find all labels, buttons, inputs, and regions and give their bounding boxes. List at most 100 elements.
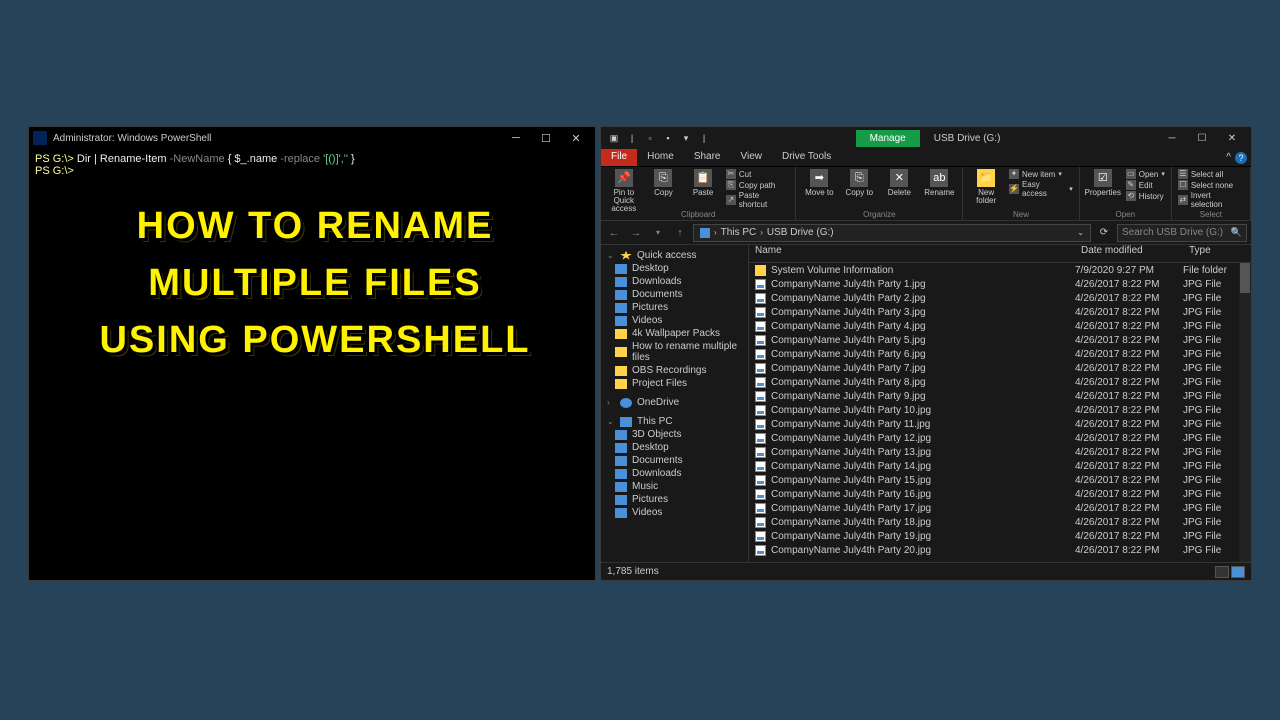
crumb-thispc[interactable]: This PC xyxy=(721,227,757,238)
search-input[interactable]: Search USB Drive (G:) 🔍 xyxy=(1117,224,1247,242)
file-row[interactable]: CompanyName July4th Party 5.jpg4/26/2017… xyxy=(749,333,1251,347)
sidebar-item-wallpaper[interactable]: 4k Wallpaper Packs xyxy=(601,327,748,340)
sidebar-item-music[interactable]: Music xyxy=(601,480,748,493)
sidebar-thispc[interactable]: ⌄This PC xyxy=(601,415,748,428)
move-to-button[interactable]: ➡Move to xyxy=(802,169,836,197)
copy-button[interactable]: ⎘Copy xyxy=(647,169,681,197)
file-row[interactable]: CompanyName July4th Party 17.jpg4/26/201… xyxy=(749,501,1251,515)
close-button[interactable]: ✕ xyxy=(561,132,591,145)
sidebar-item-downloads[interactable]: Downloads xyxy=(601,275,748,288)
file-row[interactable]: CompanyName July4th Party 12.jpg4/26/201… xyxy=(749,431,1251,445)
sidebar-item-pictures2[interactable]: Pictures xyxy=(601,493,748,506)
sidebar-item-videos[interactable]: Videos xyxy=(601,314,748,327)
crumb-drive[interactable]: USB Drive (G:) xyxy=(767,227,834,238)
rename-button[interactable]: abRename xyxy=(922,169,956,197)
paste-button[interactable]: 📋Paste xyxy=(686,169,720,197)
sidebar-item-howto[interactable]: How to rename multiple files xyxy=(601,340,748,364)
minimize-button[interactable]: ─ xyxy=(501,132,531,144)
files-list[interactable]: System Volume Information7/9/2020 9:27 P… xyxy=(749,263,1251,562)
file-row[interactable]: CompanyName July4th Party 13.jpg4/26/201… xyxy=(749,445,1251,459)
file-row[interactable]: CompanyName July4th Party 14.jpg4/26/201… xyxy=(749,459,1251,473)
forward-button[interactable]: → xyxy=(627,227,645,239)
file-row[interactable]: CompanyName July4th Party 2.jpg4/26/2017… xyxy=(749,291,1251,305)
sidebar-item-videos2[interactable]: Videos xyxy=(601,506,748,519)
file-row-folder[interactable]: System Volume Information7/9/2020 9:27 P… xyxy=(749,263,1251,277)
sidebar-item-pictures[interactable]: Pictures xyxy=(601,301,748,314)
up-button[interactable]: ↑ xyxy=(671,227,689,239)
maximize-button[interactable]: ☐ xyxy=(531,132,561,145)
history-button[interactable]: ⟲History xyxy=(1126,191,1165,201)
sidebar-item-desktop[interactable]: Desktop xyxy=(601,262,748,275)
menu-drive-tools[interactable]: Drive Tools xyxy=(772,149,841,166)
file-row[interactable]: CompanyName July4th Party 18.jpg4/26/201… xyxy=(749,515,1251,529)
view-details-icon[interactable] xyxy=(1215,566,1229,578)
select-none-button[interactable]: ☐Select none xyxy=(1178,180,1244,190)
files-header[interactable]: Name Date modified Type xyxy=(749,245,1251,263)
paste-shortcut-button[interactable]: ↗Paste shortcut xyxy=(726,191,789,209)
copy-to-button[interactable]: ⎘Copy to xyxy=(842,169,876,197)
pin-quick-access-button[interactable]: 📌Pin to Quick access xyxy=(607,169,641,213)
crumb-dropdown[interactable]: ⌄ xyxy=(1077,228,1084,237)
powershell-body[interactable]: PS G:\> Dir | Rename-Item -NewName { $_.… xyxy=(29,149,595,181)
file-row[interactable]: CompanyName July4th Party 4.jpg4/26/2017… xyxy=(749,319,1251,333)
powershell-titlebar[interactable]: Administrator: Windows PowerShell ─ ☐ ✕ xyxy=(29,127,595,149)
delete-button[interactable]: ✕Delete xyxy=(882,169,916,197)
menu-home[interactable]: Home xyxy=(637,149,684,166)
copy-path-button[interactable]: ⎘Copy path xyxy=(726,180,789,190)
sidebar-item-documents[interactable]: Documents xyxy=(601,288,748,301)
select-all-button[interactable]: ☰Select all xyxy=(1178,169,1244,179)
sidebar-item-desktop2[interactable]: Desktop xyxy=(601,441,748,454)
file-row[interactable]: CompanyName July4th Party 20.jpg4/26/201… xyxy=(749,543,1251,557)
minimize-button[interactable]: ─ xyxy=(1157,133,1187,144)
file-row[interactable]: CompanyName July4th Party 7.jpg4/26/2017… xyxy=(749,361,1251,375)
edit-button[interactable]: ✎Edit xyxy=(1126,180,1165,190)
file-row[interactable]: CompanyName July4th Party 6.jpg4/26/2017… xyxy=(749,347,1251,361)
qat-btn2[interactable]: ▪ xyxy=(659,129,677,147)
menu-view[interactable]: View xyxy=(731,149,773,166)
manage-tab[interactable]: Manage xyxy=(856,130,920,147)
sidebar-item-downloads2[interactable]: Downloads xyxy=(601,467,748,480)
properties-button[interactable]: ☑Properties xyxy=(1086,169,1120,197)
breadcrumb[interactable]: › This PC › USB Drive (G:) ⌄ xyxy=(693,224,1091,242)
sidebar-onedrive[interactable]: ›OneDrive xyxy=(601,396,748,409)
invert-selection-button[interactable]: ⇄Invert selection xyxy=(1178,191,1244,209)
maximize-button[interactable]: ☐ xyxy=(1187,133,1217,144)
file-row[interactable]: CompanyName July4th Party 16.jpg4/26/201… xyxy=(749,487,1251,501)
sidebar-item-documents2[interactable]: Documents xyxy=(601,454,748,467)
header-type[interactable]: Type xyxy=(1189,245,1251,262)
file-row[interactable]: CompanyName July4th Party 3.jpg4/26/2017… xyxy=(749,305,1251,319)
back-button[interactable]: ← xyxy=(605,227,623,239)
file-row[interactable]: CompanyName July4th Party 9.jpg4/26/2017… xyxy=(749,389,1251,403)
close-button[interactable]: ✕ xyxy=(1217,133,1247,144)
qat-dropdown[interactable]: ▾ xyxy=(677,129,695,147)
file-row[interactable]: CompanyName July4th Party 8.jpg4/26/2017… xyxy=(749,375,1251,389)
view-icons-icon[interactable] xyxy=(1231,566,1245,578)
scrollbar-thumb[interactable] xyxy=(1240,263,1250,293)
open-button[interactable]: ▭Open▾ xyxy=(1126,169,1165,179)
menu-share[interactable]: Share xyxy=(684,149,731,166)
file-row[interactable]: CompanyName July4th Party 19.jpg4/26/201… xyxy=(749,529,1251,543)
sidebar-item-project[interactable]: Project Files xyxy=(601,377,748,390)
explorer-sidebar[interactable]: ⌄Quick access Desktop Downloads Document… xyxy=(601,245,749,562)
search-icon[interactable]: 🔍 xyxy=(1231,227,1242,238)
menu-file[interactable]: File xyxy=(601,149,637,166)
recent-dropdown[interactable]: ▾ xyxy=(649,228,667,237)
file-row[interactable]: CompanyName July4th Party 1.jpg4/26/2017… xyxy=(749,277,1251,291)
new-folder-button[interactable]: 📁New folder xyxy=(969,169,1003,205)
file-row[interactable]: CompanyName July4th Party 10.jpg4/26/201… xyxy=(749,403,1251,417)
easy-access-button[interactable]: ⚡Easy access▾ xyxy=(1009,180,1073,198)
sidebar-item-obs[interactable]: OBS Recordings xyxy=(601,364,748,377)
header-date[interactable]: Date modified xyxy=(1081,245,1189,262)
file-row[interactable]: CompanyName July4th Party 11.jpg4/26/201… xyxy=(749,417,1251,431)
cut-button[interactable]: ✂Cut xyxy=(726,169,789,179)
ribbon-collapse-icon[interactable]: ^ xyxy=(1226,152,1231,163)
files-scrollbar[interactable] xyxy=(1239,263,1251,562)
sidebar-quick-access[interactable]: ⌄Quick access xyxy=(601,249,748,262)
file-row[interactable]: CompanyName July4th Party 15.jpg4/26/201… xyxy=(749,473,1251,487)
sidebar-item-3dobjects[interactable]: 3D Objects xyxy=(601,428,748,441)
qat-btn[interactable]: ▫ xyxy=(641,129,659,147)
folder-icon[interactable]: ▣ xyxy=(605,129,623,147)
new-item-button[interactable]: ✦New item▾ xyxy=(1009,169,1073,179)
header-name[interactable]: Name xyxy=(755,245,1081,262)
refresh-button[interactable]: ⟳ xyxy=(1095,227,1113,238)
